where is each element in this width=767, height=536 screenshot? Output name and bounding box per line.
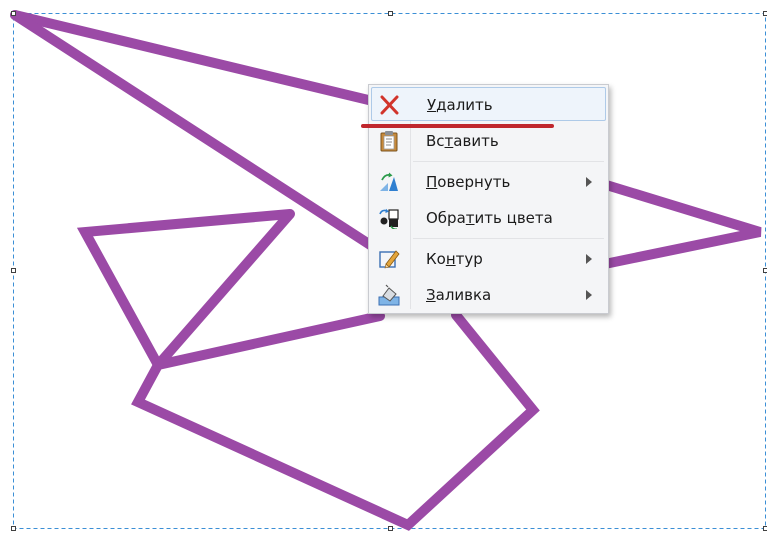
outline-pencil-icon: [379, 250, 400, 269]
menu-item-outline-label: Контур: [426, 250, 483, 268]
submenu-arrow-icon: [586, 290, 592, 300]
context-menu: Удалить Вставить Повернуть Обратить цвет…: [368, 84, 609, 314]
resize-handle-bottom-center[interactable]: [388, 526, 393, 531]
fill-bucket-icon: [378, 284, 400, 306]
menu-item-paste-label: Вставить: [426, 132, 499, 150]
resize-handle-top-left[interactable]: [11, 11, 16, 16]
menu-item-rotate-label: Повернуть: [426, 173, 511, 191]
invert-colors-icon: [379, 208, 399, 229]
rotate-icon: [380, 172, 398, 191]
resize-handle-middle-right[interactable]: [763, 268, 767, 273]
red-underline-annotation: [361, 124, 554, 128]
menu-separator: [413, 161, 604, 162]
menu-item-delete-label: Удалить: [427, 96, 493, 114]
resize-handle-top-center[interactable]: [388, 11, 393, 16]
menu-item-delete[interactable]: Удалить: [371, 87, 606, 121]
menu-item-invert-colors[interactable]: Обратить цвета: [371, 201, 606, 235]
resize-handle-middle-left[interactable]: [11, 268, 16, 273]
menu-item-paste[interactable]: Вставить: [371, 124, 606, 158]
icon-column-divider: [410, 89, 411, 309]
menu-item-fill-label: Заливка: [426, 286, 492, 304]
resize-handle-top-right[interactable]: [763, 11, 767, 16]
clipboard-paste-icon: [380, 131, 398, 152]
menu-item-rotate[interactable]: Повернуть: [371, 165, 606, 199]
submenu-arrow-icon: [586, 177, 592, 187]
menu-item-outline[interactable]: Контур: [371, 242, 606, 276]
delete-x-icon: [380, 95, 399, 115]
resize-handle-bottom-right[interactable]: [763, 526, 767, 531]
menu-item-fill[interactable]: Заливка: [371, 278, 606, 312]
menu-item-invert-colors-label: Обратить цвета: [426, 209, 553, 227]
resize-handle-bottom-left[interactable]: [11, 526, 16, 531]
submenu-arrow-icon: [586, 254, 592, 264]
menu-separator: [413, 238, 604, 239]
